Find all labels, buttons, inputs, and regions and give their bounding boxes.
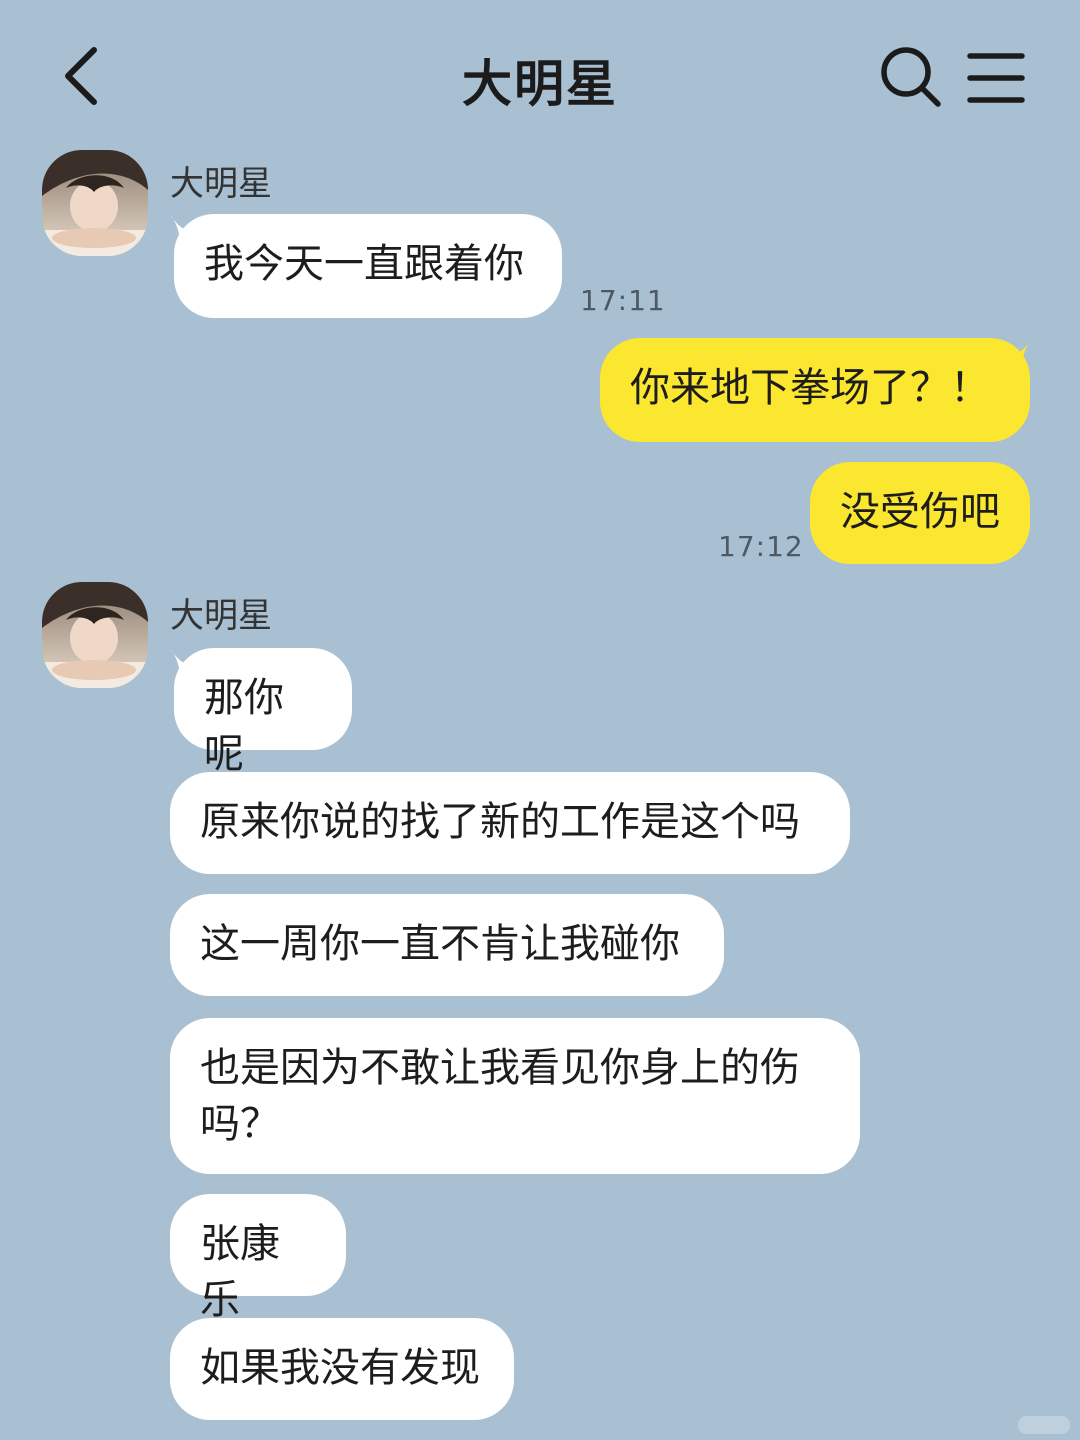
message-bubble[interactable]: 如果我没有发现 bbox=[170, 1318, 514, 1420]
search-icon bbox=[881, 47, 941, 107]
watermark bbox=[1018, 1416, 1070, 1434]
avatar[interactable] bbox=[42, 582, 148, 688]
message-bubble[interactable]: 张康乐 bbox=[170, 1194, 346, 1323]
message-bubble[interactable]: 原来你说的找了新的工作是这个吗 bbox=[170, 772, 850, 874]
sender-name: 大明星 bbox=[170, 596, 272, 636]
menu-button[interactable] bbox=[964, 46, 1028, 110]
message-time: 17:12 bbox=[718, 530, 804, 563]
message-time: 17:11 bbox=[580, 284, 666, 317]
message-bubble[interactable]: 你来地下拳场了？！ bbox=[600, 338, 1030, 442]
avatar[interactable] bbox=[42, 150, 148, 256]
message-bubble[interactable]: 没受伤吧 bbox=[810, 462, 1030, 564]
menu-icon bbox=[967, 53, 1025, 103]
sender-name: 大明星 bbox=[170, 164, 272, 204]
message-bubble[interactable]: 也是因为不敢让我看见你身上的伤 吗？ bbox=[170, 1018, 860, 1174]
search-button[interactable] bbox=[876, 42, 946, 112]
chat-header: 大明星 bbox=[0, 0, 1080, 150]
message-bubble[interactable]: 那你呢 bbox=[174, 648, 352, 777]
message-bubble[interactable]: 这一周你一直不肯让我碰你 bbox=[170, 894, 724, 996]
message-bubble[interactable]: 我今天一直跟着你 bbox=[174, 214, 562, 318]
